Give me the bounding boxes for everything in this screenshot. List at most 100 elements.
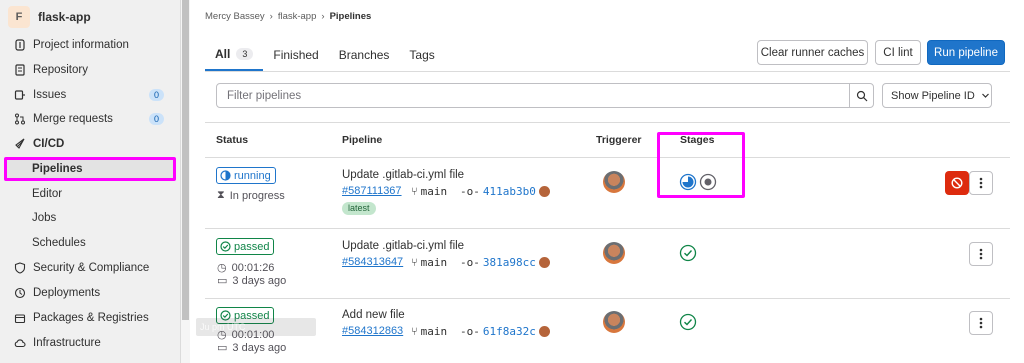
sidebar-item-label: Security & Compliance <box>33 262 150 274</box>
header-row-divider <box>205 157 1010 158</box>
latest-badge: latest <box>342 202 376 215</box>
branch-ref[interactable]: ⑂ main <box>411 325 447 338</box>
clear-runner-caches-button[interactable]: Clear runner caches <box>757 40 868 65</box>
commit-author-avatar <box>538 326 550 337</box>
tab-tags[interactable]: Tags <box>399 38 444 71</box>
duration-text: 00:01:26 <box>231 261 275 274</box>
running-icon <box>220 170 231 181</box>
column-header-status: Status <box>216 134 249 146</box>
stage-passed[interactable] <box>679 244 697 262</box>
sidebar-item-infrastructure[interactable]: Infrastructure <box>0 331 170 355</box>
sidebar-item-security-compliance[interactable]: Security & Compliance <box>0 256 170 280</box>
show-pipeline-id-dropdown[interactable]: Show Pipeline ID <box>882 83 992 108</box>
info-icon <box>14 39 26 51</box>
sidebar-item-schedules[interactable]: Schedules <box>0 231 170 255</box>
branch-icon: ⑂ <box>411 185 418 198</box>
rocket-icon <box>14 138 26 150</box>
cancel-pipeline-button[interactable] <box>945 171 969 195</box>
pipeline-finished-time: ▭ 3 days ago <box>217 341 286 355</box>
commit-icon: -o- <box>460 325 480 338</box>
stage-passed[interactable] <box>679 313 697 331</box>
breadcrumb-project[interactable]: flask-app <box>278 11 317 22</box>
sidebar-item-jobs[interactable]: Jobs <box>0 206 170 230</box>
tab-finished[interactable]: Finished <box>263 38 328 71</box>
pipeline-id-link[interactable]: #584313647 <box>342 256 403 268</box>
pipeline-finished-time: ▭ 3 days ago <box>217 274 287 288</box>
row-actions-button[interactable] <box>969 242 993 266</box>
breadcrumb-user[interactable]: Mercy Bassey <box>205 11 265 22</box>
clock-icon: ◷ <box>217 329 227 341</box>
tab-label: Branches <box>338 47 390 62</box>
package-icon <box>14 312 26 324</box>
branch-name: main <box>420 256 448 269</box>
sidebar-item-deployments[interactable]: Deployments <box>0 281 170 305</box>
filter-pipelines-input[interactable]: Filter pipelines <box>216 83 850 108</box>
row-actions-button[interactable] <box>969 311 993 335</box>
commit-sha[interactable]: -o- 411ab3b0 <box>460 185 550 198</box>
commit-author-avatar <box>538 257 550 268</box>
sidebar-scrollbar-thumb[interactable] <box>182 0 189 320</box>
status-badge-passed[interactable]: passed <box>216 238 275 255</box>
commit-sha[interactable]: -o- 381a98cc <box>460 256 550 269</box>
issues-count-badge: 0 <box>148 89 164 101</box>
triggerer-avatar[interactable] <box>603 242 625 264</box>
sidebar-item-label: Schedules <box>32 237 86 249</box>
project-header[interactable]: F flask-app <box>8 4 91 30</box>
tab-all[interactable]: All 3 <box>205 38 264 71</box>
shield-icon <box>14 262 26 274</box>
sidebar-item-merge-requests[interactable]: Merge requests 0 <box>0 107 170 131</box>
sidebar-item-label: Pipelines <box>32 163 83 175</box>
pipeline-commit-title[interactable]: Add new file <box>342 309 405 321</box>
commit-sha-link: 411ab3b0 <box>482 185 536 198</box>
pipeline-id-link[interactable]: #584312863 <box>342 325 403 337</box>
column-header-triggerer: Triggerer <box>596 134 642 146</box>
pipeline-progress: ⧗ In progress <box>217 189 285 202</box>
project-name: flask-app <box>38 10 91 24</box>
dropdown-label: Show Pipeline ID <box>891 89 975 102</box>
sidebar-item-packages-registries[interactable]: Packages & Registries <box>0 306 170 330</box>
tab-branches[interactable]: Branches <box>329 38 400 71</box>
pipeline-id-link[interactable]: #587111367 <box>342 185 402 197</box>
sidebar-item-issues[interactable]: Issues 0 <box>0 83 170 107</box>
tab-label: Tags <box>409 47 435 62</box>
commit-sha[interactable]: -o- 61f8a32c <box>460 325 550 338</box>
sidebar-item-pipelines[interactable]: Pipelines <box>0 157 170 181</box>
row-actions-button[interactable] <box>969 171 993 195</box>
pipeline-commit-title[interactable]: Update .gitlab-ci.yml file <box>342 169 464 181</box>
status-badge-running[interactable]: running <box>216 167 276 184</box>
sidebar-item-label: Repository <box>33 64 88 76</box>
sidebar-item-ci-cd[interactable]: CI/CD <box>0 132 170 156</box>
issues-icon <box>14 89 26 101</box>
pipeline-duration: ◷ 00:01:00 <box>217 328 274 342</box>
run-pipeline-button[interactable]: Run pipeline <box>927 40 1005 65</box>
branch-name: main <box>420 185 448 198</box>
triggerer-avatar[interactable] <box>603 171 625 193</box>
commit-icon: -o- <box>460 256 480 269</box>
deployments-icon <box>14 287 26 299</box>
merge-request-icon <box>14 113 26 125</box>
status-label: passed <box>234 240 270 253</box>
branch-ref[interactable]: ⑂ main <box>411 185 447 198</box>
ci-lint-button[interactable]: CI lint <box>875 40 921 65</box>
check-circle-icon <box>220 241 231 252</box>
finished-text: 3 days ago <box>232 274 287 287</box>
doc-icon <box>14 64 26 76</box>
commit-author-avatar <box>538 186 550 197</box>
commit-sha-link: 61f8a32c <box>482 325 536 338</box>
sidebar-item-editor[interactable]: Editor <box>0 182 170 206</box>
tab-label: All <box>215 46 231 61</box>
pipeline-commit-title[interactable]: Update .gitlab-ci.yml file <box>342 240 464 252</box>
sidebar-item-repository[interactable]: Repository <box>0 58 170 82</box>
sidebar-item-project-information[interactable]: Project information <box>0 33 170 57</box>
breadcrumb-current[interactable]: Pipelines <box>330 11 372 22</box>
triggerer-avatar[interactable] <box>603 311 625 333</box>
branch-ref[interactable]: ⑂ main <box>411 256 447 269</box>
check-circle-icon <box>679 313 697 331</box>
sidebar-item-label: Packages & Registries <box>33 312 149 324</box>
calendar-icon: ▭ <box>217 275 228 287</box>
sidebar-item-label: Issues <box>33 89 67 101</box>
sidebar-item-label: Deployments <box>33 287 101 299</box>
search-icon <box>856 90 867 101</box>
search-button[interactable] <box>849 83 874 108</box>
chevron-down-icon <box>981 93 989 98</box>
